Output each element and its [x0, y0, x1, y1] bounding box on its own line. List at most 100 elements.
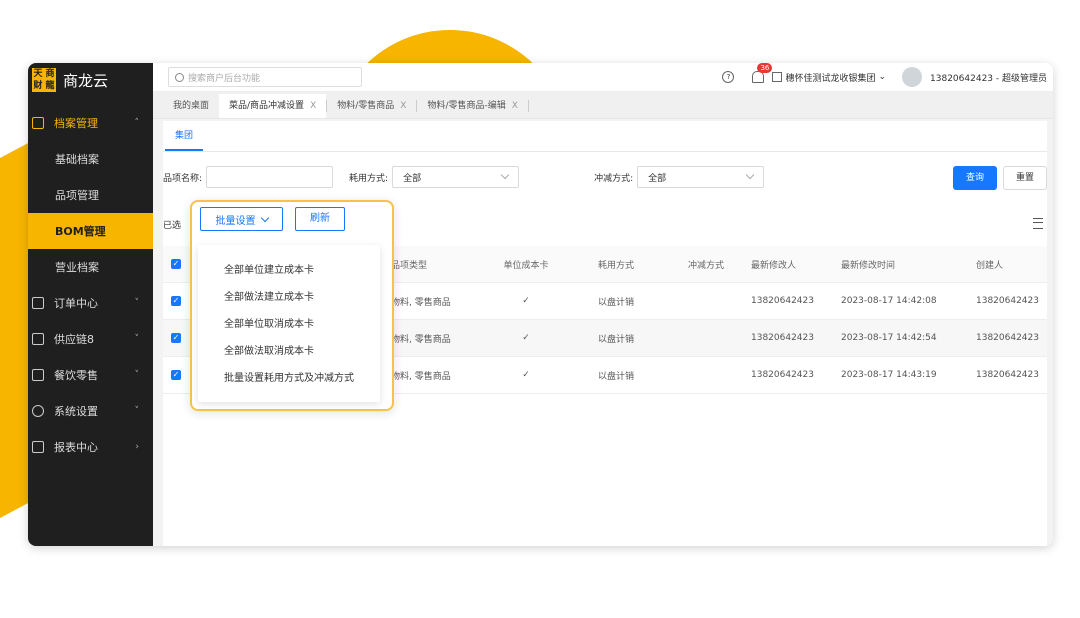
- chevron-down-icon: ⌄: [878, 72, 887, 82]
- search-input[interactable]: 搜索商户后台功能: [168, 67, 362, 87]
- table-cell: 物料, 零售商品: [391, 319, 481, 357]
- sidebar-item-basic-archive[interactable]: 基础档案: [28, 141, 153, 177]
- sidebar-item-label: 供应链8: [54, 333, 94, 346]
- item-name-input[interactable]: [206, 166, 334, 188]
- app-window: 天 商 财 龍 商龙云 档案管理 ˄ 基础档案 品项管理 BOM管理 营业档案 …: [28, 63, 1053, 546]
- table-cell: 13820642423: [751, 282, 841, 320]
- menu-item-method-create-cost-card[interactable]: 全部做法建立成本卡: [198, 284, 380, 311]
- user-name[interactable]: 13820642423 - 超级管理员: [930, 71, 1047, 84]
- tab-label: 物料/零售商品: [337, 101, 395, 111]
- chevron-down-icon: ˅: [134, 334, 140, 344]
- tab-materials[interactable]: 物料/零售商品 X: [327, 94, 416, 118]
- menu-item-batch-usage-offset[interactable]: 批量设置耗用方式及冲减方式: [198, 365, 380, 392]
- chevron-up-icon: ˄: [134, 118, 140, 128]
- batch-settings-button[interactable]: 批量设置: [200, 207, 283, 231]
- reset-button[interactable]: 重置: [1003, 166, 1047, 190]
- table-cell: 13820642423: [751, 319, 841, 357]
- sidebar-item-label: 系统设置: [54, 405, 98, 418]
- column-header: 品项类型: [391, 246, 481, 283]
- sidebar-item-orders[interactable]: 订单中心 ˅: [28, 285, 153, 321]
- row-checkbox[interactable]: ✓: [171, 370, 181, 380]
- usage-label: 耗用方式:: [349, 173, 389, 184]
- row-checkbox[interactable]: ✓: [171, 296, 181, 306]
- report-icon: [32, 441, 44, 453]
- sidebar-item-item-management[interactable]: 品项管理: [28, 177, 153, 213]
- tab-desktop[interactable]: 我的桌面: [163, 94, 219, 118]
- sidebar-item-business-archive[interactable]: 营业档案: [28, 249, 153, 285]
- menu-item-method-cancel-cost-card[interactable]: 全部做法取消成本卡: [198, 338, 380, 365]
- batch-settings-menu: 全部单位建立成本卡 全部做法建立成本卡 全部单位取消成本卡 全部做法取消成本卡 …: [198, 245, 380, 402]
- column-settings-icon[interactable]: [1033, 218, 1043, 229]
- item-name-label: 品项名称:: [163, 173, 203, 184]
- menu-item-unit-cancel-cost-card[interactable]: 全部单位取消成本卡: [198, 311, 380, 338]
- help-icon[interactable]: ?: [722, 71, 735, 83]
- tab-divider: [527, 100, 529, 112]
- query-button[interactable]: 查询: [953, 166, 997, 190]
- filter-bar: 品项名称: 耗用方式: 全部 冲减方式: 全部 查询 重置: [163, 152, 1047, 202]
- sidebar-item-bom[interactable]: BOM管理: [28, 213, 153, 249]
- chevron-down-icon: [500, 170, 510, 180]
- sidebar-item-settings[interactable]: 系统设置 ˅: [28, 393, 153, 429]
- logo-char: 龍: [45, 81, 55, 91]
- select-all-checkbox[interactable]: ✓: [171, 259, 181, 269]
- search-icon: [175, 72, 184, 82]
- sidebar-item-label: 品项管理: [55, 189, 99, 202]
- offset-label: 冲减方式:: [594, 173, 634, 184]
- bell-icon[interactable]: 36: [752, 63, 773, 83]
- app-name: 商龙云: [63, 71, 109, 90]
- tab-materials-edit[interactable]: 物料/零售商品-编辑 X: [417, 94, 527, 118]
- table-cell: 2023-08-17 14:43:19: [841, 356, 976, 394]
- table-cell: 2023-08-17 14:42:08: [841, 282, 976, 320]
- tab-label: 物料/零售商品-编辑: [427, 101, 506, 111]
- menu-item-unit-create-cost-card[interactable]: 全部单位建立成本卡: [198, 257, 380, 284]
- org-selector[interactable]: 穗怀佳测试龙收银集团 ⌄: [772, 71, 886, 84]
- refresh-button[interactable]: 刷新: [295, 207, 345, 231]
- row-select-cell: ✓: [163, 356, 181, 394]
- logo-char: 天: [33, 69, 43, 79]
- store-icon: [32, 369, 44, 381]
- column-header: 最新修改人: [751, 246, 841, 283]
- table-cell: 13820642423: [976, 282, 1047, 320]
- row-checkbox[interactable]: ✓: [171, 333, 181, 343]
- tab-offset-settings[interactable]: 菜品/商品冲减设置 X: [219, 94, 327, 118]
- search-placeholder: 搜索商户后台功能: [188, 73, 261, 84]
- selected-count-label: 已选: [163, 220, 182, 231]
- table-cell: 2023-08-17 14:42:54: [841, 319, 976, 357]
- table-cell: 以盘计销: [571, 282, 661, 320]
- close-icon[interactable]: X: [400, 94, 406, 118]
- offset-value: 全部: [648, 173, 667, 184]
- table-cell: 物料, 零售商品: [391, 356, 481, 394]
- sidebar-item-label: 营业档案: [55, 261, 99, 274]
- logo[interactable]: 天 商 财 龍 商龙云: [28, 63, 153, 97]
- column-header: 单位成本卡: [481, 246, 571, 283]
- row-select-cell: ✓: [163, 282, 181, 320]
- table-cell: 13820642423: [976, 319, 1047, 357]
- usage-select[interactable]: 全部: [392, 166, 520, 188]
- chevron-down-icon: ˅: [134, 298, 140, 308]
- table-cell: [661, 319, 751, 357]
- sidebar-item-retail[interactable]: 餐饮零售 ˅: [28, 357, 153, 393]
- building-icon: [772, 72, 783, 82]
- check-icon: ✓: [481, 319, 571, 357]
- topbar: 搜索商户后台功能 ? 36 穗怀佳测试龙收银集团 ⌄ 13820642423 -…: [153, 63, 1053, 92]
- sidebar-item-supply-chain[interactable]: 供应链8 ˅: [28, 321, 153, 357]
- chevron-down-icon: [745, 170, 755, 180]
- gear-icon: [32, 405, 44, 417]
- tab-label: 菜品/商品冲减设置: [229, 101, 305, 111]
- table-cell: 以盘计销: [571, 356, 661, 394]
- column-header: 创建人: [976, 246, 1047, 283]
- tab-group[interactable]: 集团: [165, 121, 204, 151]
- table-cell: 以盘计销: [571, 319, 661, 357]
- offset-select[interactable]: 全部: [637, 166, 765, 188]
- chevron-down-icon: [260, 213, 269, 222]
- close-icon[interactable]: X: [512, 94, 518, 118]
- usage-value: 全部: [403, 173, 422, 184]
- select-all-cell: ✓: [163, 246, 181, 283]
- sidebar-item-archive[interactable]: 档案管理 ˄: [28, 105, 153, 141]
- sidebar-item-reports[interactable]: 报表中心 ›: [28, 429, 153, 465]
- column-header: 最新修改时间: [841, 246, 976, 283]
- column-header: 耗用方式: [571, 246, 661, 283]
- close-icon[interactable]: X: [310, 94, 316, 118]
- avatar[interactable]: [902, 67, 923, 87]
- table-cell: 物料, 零售商品: [391, 282, 481, 320]
